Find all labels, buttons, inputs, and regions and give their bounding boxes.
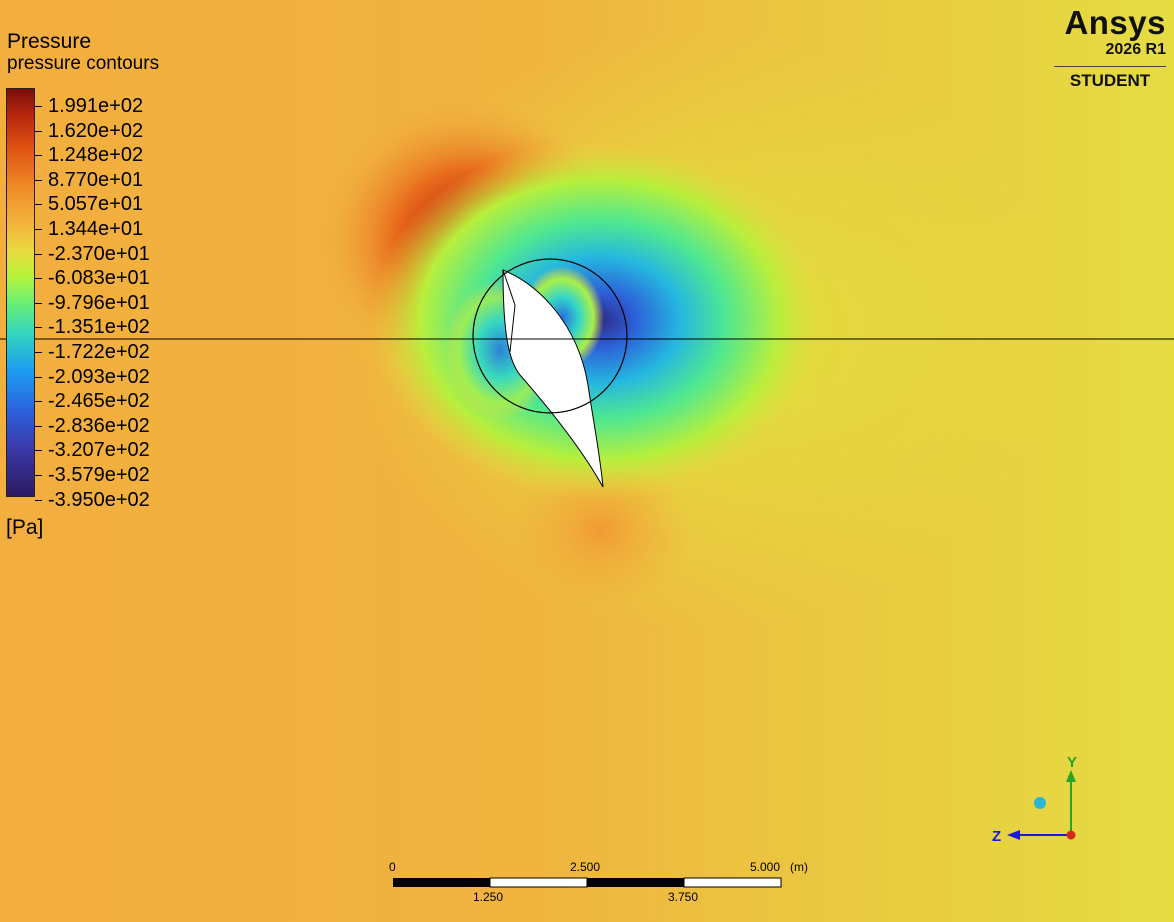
scale-segment bbox=[683, 877, 782, 888]
colorbar-tick-label: -2.370e+01 bbox=[48, 242, 150, 265]
colorbar-tick-label: 1.620e+02 bbox=[48, 119, 144, 142]
colorbar-tick-mark bbox=[35, 253, 42, 255]
colorbar-tick-mark bbox=[35, 229, 42, 230]
logo-divider bbox=[1054, 66, 1166, 67]
colorbar-tick-label: 8.770e+01 bbox=[48, 168, 144, 191]
colorbar-tick-mark bbox=[35, 106, 42, 107]
scale-bar bbox=[393, 877, 782, 888]
colorbar-tick-mark bbox=[35, 278, 42, 280]
colorbar-tick-mark bbox=[35, 352, 42, 353]
z-axis-label: Z bbox=[992, 828, 1001, 845]
colorbar-tick-label: 1.248e+02 bbox=[48, 144, 144, 167]
logo-version: 2026 R1 bbox=[1105, 41, 1167, 58]
legend-title: Pressure bbox=[7, 30, 92, 53]
colorbar-tick-mark bbox=[35, 450, 42, 452]
scale-segment bbox=[393, 878, 490, 887]
colorbar-tick-mark bbox=[35, 204, 42, 206]
colorbar-tick-label: -1.722e+02 bbox=[48, 341, 150, 363]
colorbar-tick-label: -2.836e+02 bbox=[48, 414, 150, 437]
scale-label-0: 0 bbox=[389, 860, 396, 874]
colorbar-tick-label: -3.579e+02 bbox=[48, 464, 150, 486]
colorbar-tick-label: 1.344e+01 bbox=[48, 218, 144, 240]
colorbar-tick-label: -6.083e+01 bbox=[48, 267, 150, 290]
legend-units: [Pa] bbox=[6, 516, 44, 539]
legend-subtitle: pressure contours bbox=[7, 53, 160, 74]
scale-segment bbox=[489, 877, 588, 888]
colorbar-tick-label: -2.465e+02 bbox=[48, 390, 150, 413]
logo-edition: STUDENT bbox=[1069, 71, 1151, 90]
scale-unit: (m) bbox=[790, 860, 808, 874]
colorbar-tick-label: -1.351e+02 bbox=[48, 316, 150, 339]
contour-viewport[interactable]: Y Z bbox=[0, 0, 1174, 922]
scale-label-2500: 2.500 bbox=[570, 860, 601, 874]
colorbar-tick-mark bbox=[35, 475, 42, 476]
scale-label-3750: 3.750 bbox=[668, 890, 699, 904]
colorbar-tick-mark bbox=[35, 155, 42, 157]
colorbar-tick-mark bbox=[35, 376, 42, 378]
colorbar-tick-label: -3.950e+02 bbox=[48, 488, 150, 511]
x-axis-dot bbox=[1066, 830, 1076, 840]
colorbar-tick-mark bbox=[35, 401, 42, 403]
scale-label-5000: 5.000 bbox=[750, 860, 781, 874]
colorbar-tick-label: -2.093e+02 bbox=[48, 365, 150, 388]
colorbar-tick-label: 5.057e+01 bbox=[48, 193, 144, 216]
colorbar-tick-mark bbox=[35, 499, 42, 501]
colorbar bbox=[6, 88, 35, 497]
colorbar-tick-mark bbox=[35, 130, 42, 132]
ansys-logo: Ansys 2026 R1 STUDENT bbox=[1054, 6, 1166, 90]
y-axis-label: Y bbox=[1067, 754, 1077, 771]
scale-label-1250: 1.250 bbox=[473, 890, 504, 904]
colorbar-tick-mark bbox=[35, 179, 42, 181]
colorbar-tick-label: -9.796e+01 bbox=[48, 291, 150, 314]
logo-name: Ansys bbox=[1064, 4, 1166, 41]
colorbar-tick-mark bbox=[35, 327, 42, 329]
scale-segment bbox=[587, 878, 684, 887]
colorbar-tick-mark bbox=[35, 302, 42, 304]
colorbar-tick-label: -3.207e+02 bbox=[48, 439, 150, 462]
colorbar-tick-mark bbox=[35, 425, 42, 427]
origin-sphere bbox=[1034, 797, 1046, 809]
colorbar-tick-label: 1.991e+02 bbox=[48, 95, 144, 117]
